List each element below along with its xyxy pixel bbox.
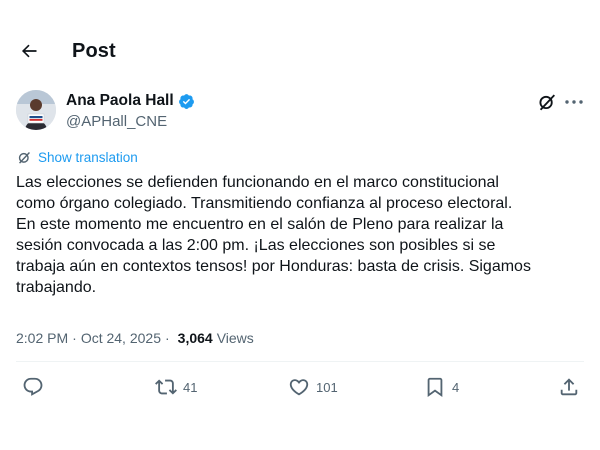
author-handle[interactable]: @APHall_CNE	[66, 113, 167, 130]
arrow-left-icon	[21, 44, 37, 58]
bookmark-count: 4	[452, 379, 460, 395]
post-meta: 2:02 PM · Oct 24, 2025 · 3,064 Views	[16, 330, 254, 346]
bookmark-button[interactable]: 4	[424, 376, 459, 398]
post-time[interactable]: 2:02 PM	[16, 330, 68, 346]
verified-badge-icon	[178, 93, 195, 110]
post-date[interactable]: Oct 24, 2025	[81, 330, 161, 346]
avatar[interactable]	[16, 90, 56, 130]
like-count: 101	[316, 379, 338, 395]
more-dots-icon	[565, 100, 583, 104]
post-header: Post	[0, 28, 600, 76]
repost-count: 41	[183, 379, 198, 395]
grok-icon	[539, 94, 556, 111]
grok-button[interactable]	[536, 91, 558, 113]
reply-button[interactable]	[22, 376, 50, 398]
views-count: 3,064	[177, 330, 213, 346]
meta-separator: ·	[72, 330, 77, 346]
avatar-image	[16, 90, 56, 130]
views-label: Views	[216, 330, 254, 346]
more-options-button[interactable]	[562, 91, 586, 113]
translate-icon	[18, 152, 30, 164]
action-bar: 41 101 4	[0, 374, 600, 404]
share-icon	[560, 378, 578, 396]
divider	[16, 361, 584, 362]
bookmark-icon	[427, 377, 443, 398]
like-button[interactable]: 101	[288, 376, 338, 398]
meta-separator: ·	[164, 330, 170, 346]
show-translation-label[interactable]: Show translation	[38, 150, 138, 165]
page-title: Post	[72, 40, 116, 62]
heart-icon	[289, 379, 309, 396]
back-button[interactable]	[14, 36, 44, 66]
author-name[interactable]: Ana Paola Hall	[66, 92, 174, 110]
repost-button[interactable]: 41	[155, 376, 197, 398]
post-text: Las elecciones se defienden funcionando …	[16, 174, 531, 296]
author-name-row[interactable]: Ana Paola Hall	[66, 92, 195, 110]
reply-icon	[23, 377, 43, 396]
share-button[interactable]	[558, 376, 580, 398]
show-translation-link[interactable]: Show translation	[16, 149, 138, 166]
repost-icon	[155, 379, 177, 395]
